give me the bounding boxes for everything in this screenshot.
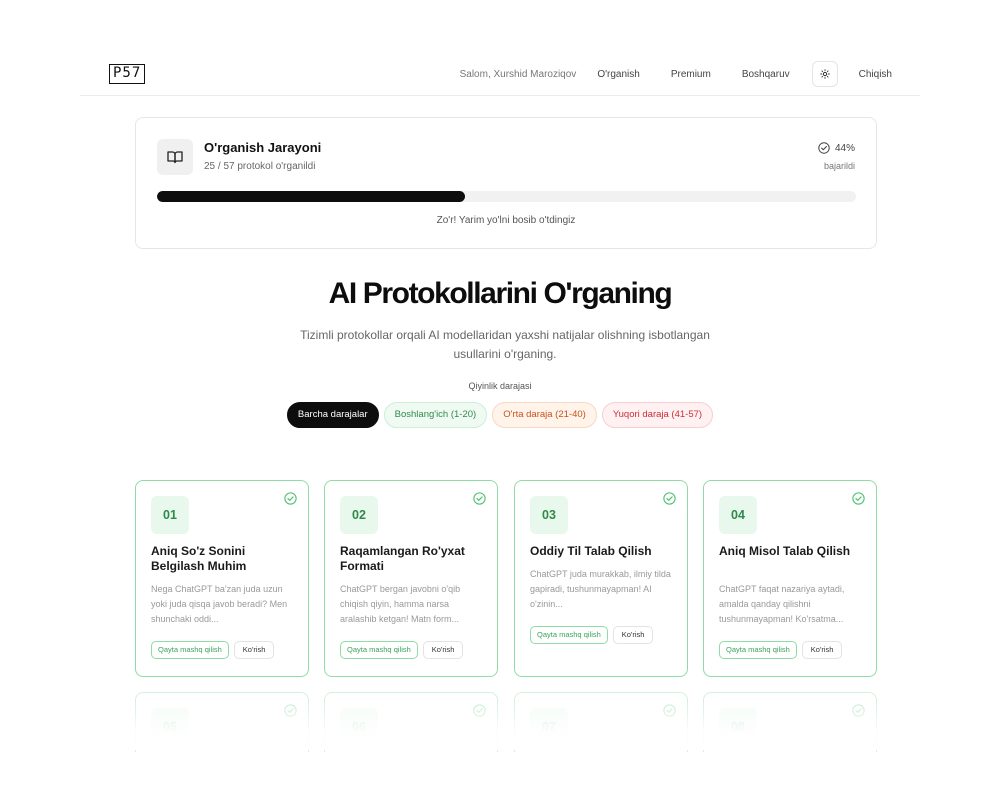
protocol-title: Aniq So'z Sonini Belgilash Muhim bbox=[151, 544, 247, 573]
retry-practice-button[interactable]: Qayta mashq qilish bbox=[151, 641, 229, 659]
protocol-description: Nega ChatGPT ba'zan juda uzun yoki juda … bbox=[151, 584, 288, 624]
retry-practice-button[interactable]: Qayta mashq qilish bbox=[719, 641, 797, 659]
protocol-title: Aniq Misol Talab Qilish bbox=[719, 544, 851, 558]
progress-message: Zo'r! Yarim yo'lni bosib o'tdingiz bbox=[436, 215, 576, 226]
protocol-number: 03 bbox=[530, 496, 568, 534]
protocol-card[interactable]: 02 Raqamlangan Ro'yxat Formati ChatGPT b… bbox=[324, 480, 498, 677]
nav-menu: Salom, Xurshid Maroziqov O'rganish Premi… bbox=[460, 61, 892, 87]
retry-practice-button[interactable]: Qayta mashq qilish bbox=[340, 641, 418, 659]
completed-check-icon bbox=[473, 492, 486, 505]
progress-count: 25 / 57 protokol o'rganildi bbox=[204, 161, 316, 172]
filter-beginner[interactable]: Boshlang'ich (1-20) bbox=[383, 402, 488, 428]
sun-icon bbox=[819, 69, 830, 79]
card-actions: Qayta mashq qilish Ko'rish bbox=[719, 641, 843, 659]
difficulty-label: Qiyinlik darajasi bbox=[468, 381, 532, 391]
book-icon-box bbox=[157, 139, 193, 175]
progress-bar-fill bbox=[157, 191, 465, 202]
view-button[interactable]: Ko'rish bbox=[612, 626, 654, 644]
progress-done-label: bajarildi bbox=[823, 161, 855, 171]
filter-intermediate[interactable]: O'rta daraja (21-40) bbox=[492, 402, 597, 428]
nav-link-learn[interactable]: O'rganish bbox=[597, 69, 640, 80]
card-actions: Qayta mashq qilish Ko'rish bbox=[151, 641, 275, 659]
protocol-number: 04 bbox=[719, 496, 757, 534]
progress-bar bbox=[157, 191, 856, 202]
page-title: AI Protokollarini O'rganing bbox=[328, 277, 673, 310]
protocol-title: Oddiy Til Talab Qilish bbox=[530, 544, 652, 558]
protocol-number: 02 bbox=[340, 496, 378, 534]
difficulty-filters: Barcha darajalar Boshlang'ich (1-20) O'r… bbox=[0, 402, 1000, 428]
book-icon bbox=[167, 151, 183, 164]
filter-all-levels[interactable]: Barcha darajalar bbox=[286, 402, 379, 428]
view-button[interactable]: Ko'rish bbox=[801, 641, 843, 659]
progress-percent: 44% bbox=[818, 142, 855, 154]
completed-check-icon bbox=[284, 492, 297, 505]
protocol-card[interactable]: 04 Aniq Misol Talab Qilish ChatGPT faqat… bbox=[703, 480, 877, 677]
page-subtitle: Tizimli protokollar orqali AI modellarid… bbox=[300, 328, 710, 361]
completed-check-icon bbox=[852, 492, 865, 505]
logout-link[interactable]: Chiqish bbox=[859, 69, 892, 80]
protocol-card[interactable]: 01 Aniq So'z Sonini Belgilash Muhim Nega… bbox=[135, 480, 309, 677]
protocol-description: ChatGPT faqat nazariya aytadi, amalda qa… bbox=[719, 584, 845, 624]
learning-progress-card: O'rganish Jarayoni 25 / 57 protokol o'rg… bbox=[135, 117, 877, 249]
card-actions: Qayta mashq qilish Ko'rish bbox=[340, 641, 464, 659]
nav-link-dashboard[interactable]: Boshqaruv bbox=[742, 69, 790, 80]
view-button[interactable]: Ko'rish bbox=[233, 641, 275, 659]
check-circle-icon bbox=[818, 142, 830, 154]
protocol-card[interactable]: 03 Oddiy Til Talab Qilish ChatGPT juda m… bbox=[514, 480, 688, 677]
protocol-description: ChatGPT juda murakkab, ilmiy tilda gapir… bbox=[530, 569, 671, 609]
completed-check-icon bbox=[663, 492, 676, 505]
user-greeting: Salom, Xurshid Maroziqov bbox=[459, 68, 577, 80]
protocol-number: 01 bbox=[151, 496, 189, 534]
nav-link-premium[interactable]: Premium bbox=[671, 69, 711, 80]
progress-title: O'rganish Jarayoni bbox=[204, 140, 322, 155]
logo[interactable]: P57 bbox=[109, 64, 146, 84]
theme-toggle-button[interactable] bbox=[811, 61, 838, 87]
protocol-title: Raqamlangan Ro'yxat Formati bbox=[340, 544, 465, 573]
filter-advanced[interactable]: Yuqori daraja (41-57) bbox=[601, 402, 714, 428]
card-actions: Qayta mashq qilish Ko'rish bbox=[530, 626, 654, 644]
progress-percent-label: 44% bbox=[834, 142, 855, 154]
top-navbar: P57 Salom, Xurshid Maroziqov O'rganish P… bbox=[80, 50, 920, 96]
scroll-fade-overlay bbox=[120, 700, 890, 750]
view-button[interactable]: Ko'rish bbox=[422, 641, 464, 659]
protocol-description: ChatGPT bergan javobni o'qib chiqish qiy… bbox=[340, 584, 461, 624]
retry-practice-button[interactable]: Qayta mashq qilish bbox=[530, 626, 608, 644]
